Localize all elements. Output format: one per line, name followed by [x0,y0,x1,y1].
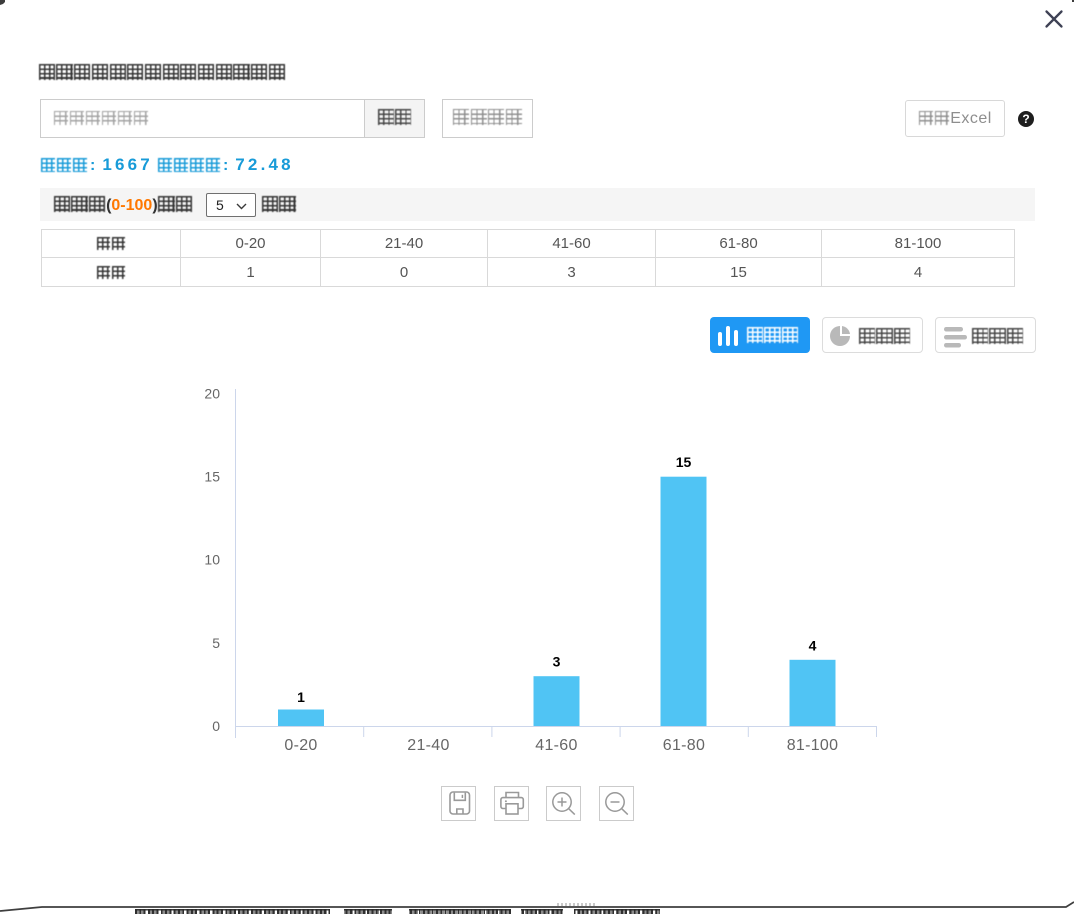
svg-text:61-80: 61-80 [663,737,705,754]
svg-text:20: 20 [204,386,220,402]
svg-text:15: 15 [676,454,692,470]
svg-text:1: 1 [297,689,305,705]
svg-text:81-100: 81-100 [787,737,839,754]
svg-text:5: 5 [212,635,220,651]
svg-text:41-60: 41-60 [535,737,577,754]
svg-text:0: 0 [212,718,220,734]
svg-text:0-20: 0-20 [284,737,317,754]
svg-text:21-40: 21-40 [407,737,449,754]
svg-text:15: 15 [204,469,220,485]
svg-text:4: 4 [809,637,817,653]
svg-text:10: 10 [204,552,220,568]
svg-text:3: 3 [553,654,561,670]
